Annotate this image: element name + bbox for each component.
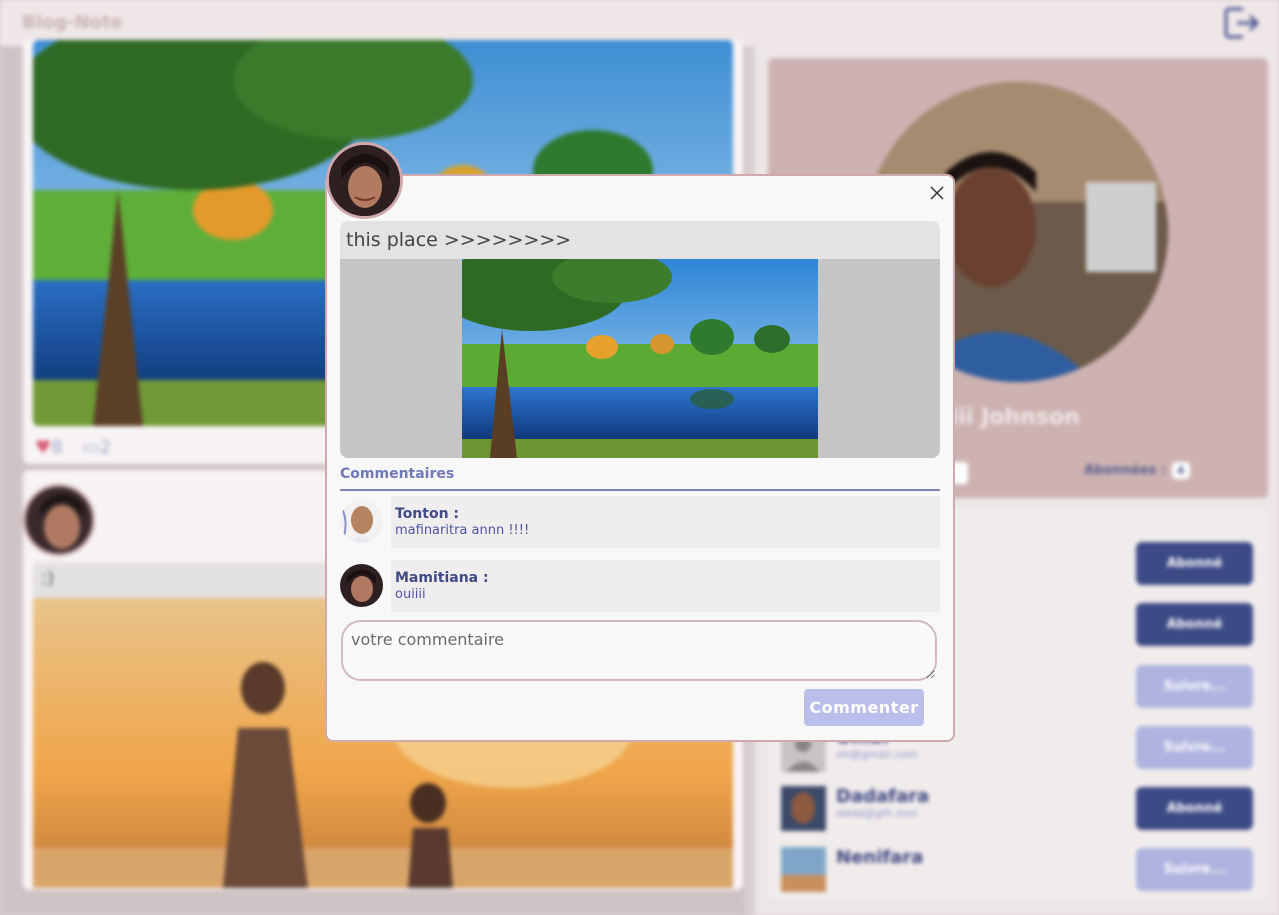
- follow-button[interactable]: Suivre...: [1136, 726, 1253, 769]
- heart-icon[interactable]: ♥: [35, 437, 51, 458]
- subscribe-button[interactable]: Abonné: [1136, 787, 1253, 830]
- comment-input[interactable]: [341, 620, 937, 681]
- avatar[interactable]: [23, 484, 95, 556]
- comment-icon[interactable]: ▭: [83, 437, 100, 458]
- subscribe-button[interactable]: Abonné: [1136, 603, 1253, 646]
- user-avatar: [781, 786, 826, 831]
- post-caption: this place >>>>>>>>: [340, 221, 940, 259]
- comment-item: Tonton : mafinaritra annn !!!!: [340, 496, 940, 548]
- subscribers-count: 4: [1171, 462, 1190, 479]
- comment-author[interactable]: Mamitiana :: [395, 570, 936, 586]
- user-email: oh@gmail.com: [836, 748, 919, 761]
- list-item: Dadafara dddd@gfh.mm: [781, 786, 929, 831]
- follow-button[interactable]: Suivre...: [1136, 665, 1253, 708]
- comments-title: Commentaires: [340, 466, 455, 482]
- comment-item: Mamitiana : ouiiii: [340, 560, 940, 612]
- comment-text: ouiiii: [395, 587, 426, 602]
- post-stats: ♥8 ▭2: [35, 437, 111, 458]
- follow-button[interactable]: Suivre...: [1136, 848, 1253, 891]
- user-avatar: [781, 847, 826, 892]
- post-author-avatar[interactable]: [326, 142, 403, 219]
- like-counter[interactable]: ♥8: [35, 437, 63, 458]
- divider: [340, 489, 940, 491]
- subscribe-button[interactable]: Abonné: [1136, 542, 1253, 585]
- comment-avatar[interactable]: [340, 564, 383, 607]
- list-item: Nenifara: [781, 847, 923, 892]
- comment-author[interactable]: Tonton :: [395, 506, 936, 522]
- comment-body: Tonton : mafinaritra annn !!!!: [391, 496, 940, 548]
- logout-icon[interactable]: [1223, 6, 1261, 40]
- user-name[interactable]: Dadafara: [836, 786, 929, 807]
- profile-name: Nii Johnson: [940, 405, 1080, 430]
- comment-text: mafinaritra annn !!!!: [395, 523, 530, 538]
- user-email: dddd@gfh.mm: [836, 807, 918, 820]
- app-title: Blog-Note: [22, 12, 123, 33]
- comment-body: Mamitiana : ouiiii: [391, 560, 940, 612]
- post-image-frame: [340, 259, 940, 458]
- comment-avatar[interactable]: [340, 500, 383, 543]
- comment-counter[interactable]: ▭2: [83, 437, 111, 458]
- comment-submit-button[interactable]: Commenter: [804, 689, 924, 726]
- user-name[interactable]: Nenifara: [836, 847, 923, 868]
- subscribers-label: Abonnées :: [1084, 463, 1166, 478]
- close-icon[interactable]: [926, 182, 948, 204]
- subscribers: Abonnées : 4: [1084, 462, 1190, 479]
- post-image[interactable]: [462, 259, 818, 458]
